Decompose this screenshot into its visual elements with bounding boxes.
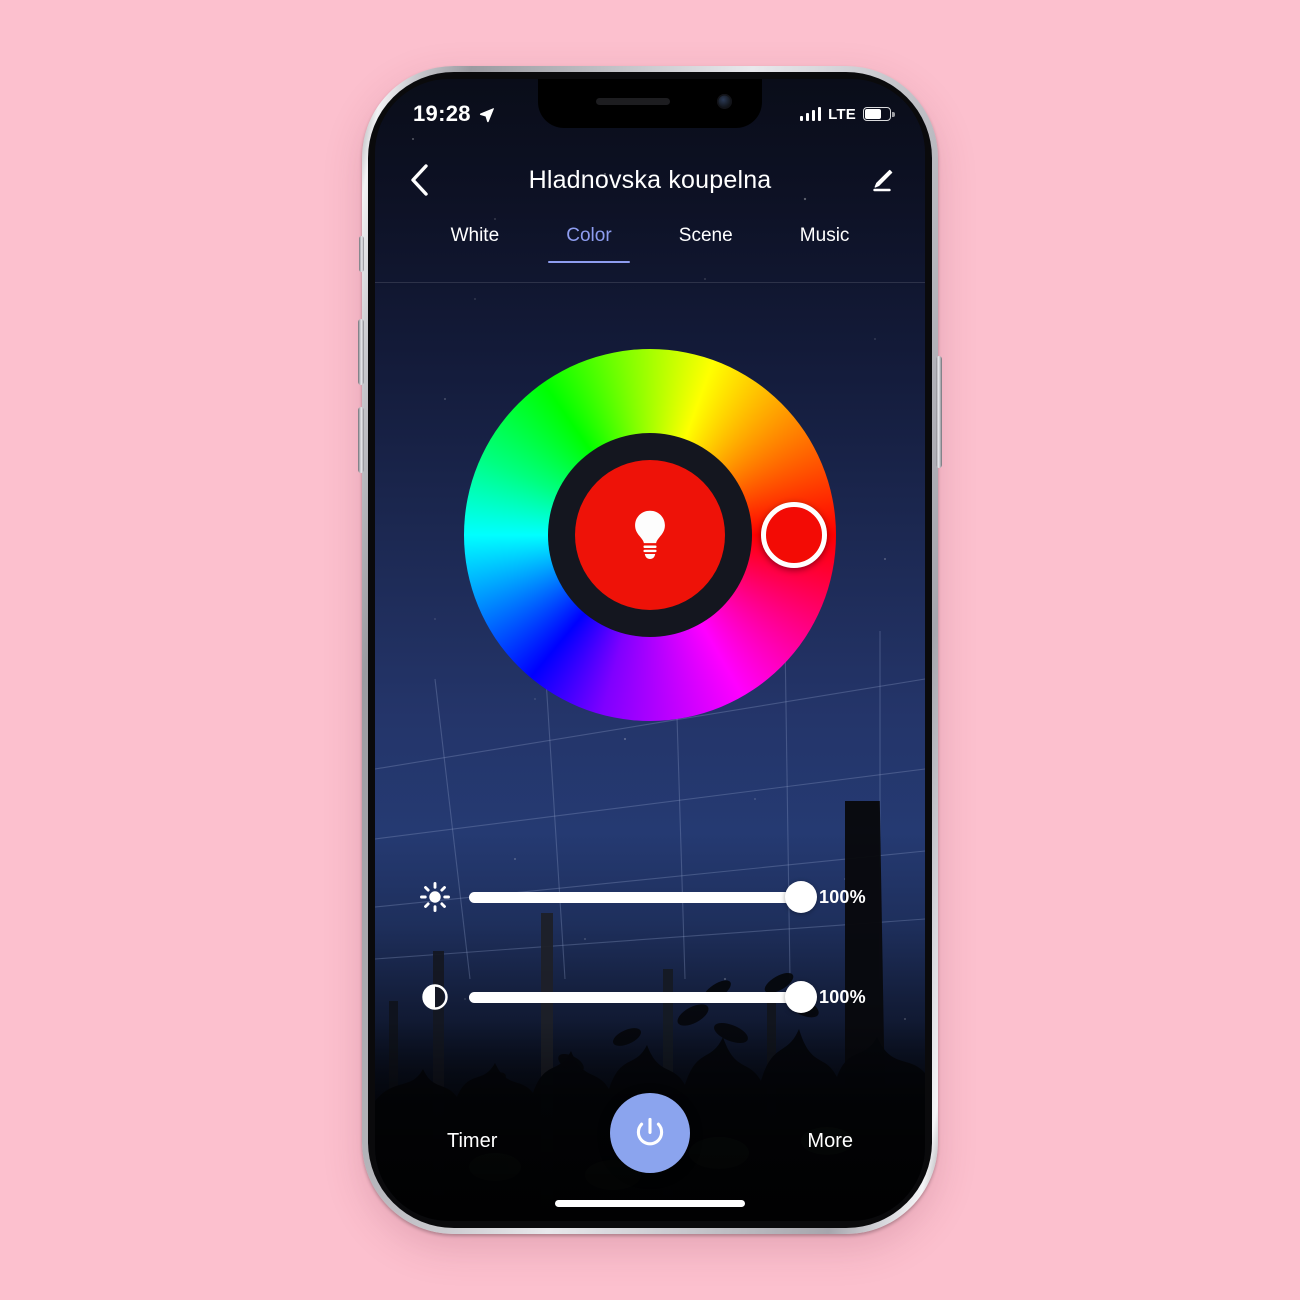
home-indicator-bar[interactable]	[555, 1200, 745, 1207]
chevron-left-icon	[411, 164, 428, 196]
tab-scene-label: Scene	[678, 225, 733, 246]
earpiece-speaker	[596, 98, 670, 105]
status-time: 19:28	[413, 101, 471, 126]
more-button[interactable]: More	[793, 1122, 867, 1161]
tab-color-label: Color	[566, 225, 612, 246]
brightness-slider-row: 100%	[375, 864, 925, 930]
network-type-label: LTE	[828, 105, 856, 123]
volume-down-button[interactable]	[358, 407, 364, 473]
contrast-half-circle-icon	[419, 981, 451, 1013]
saturation-slider-fill	[469, 991, 801, 1003]
saturation-slider[interactable]	[469, 977, 817, 1017]
lightbulb-icon	[635, 510, 665, 559]
brightness-slider-fill	[469, 891, 801, 903]
brightness-sun-icon	[419, 881, 451, 913]
tab-music-label: Music	[799, 225, 850, 246]
location-arrow-icon	[479, 107, 494, 122]
device-notch	[538, 79, 762, 128]
tab-white[interactable]: White	[445, 221, 506, 263]
battery-icon	[863, 107, 895, 121]
phone-screen: 19:28 LTE Hladnovska koupelna White Colo…	[375, 79, 925, 1221]
hue-color-wheel[interactable]	[464, 349, 836, 721]
edit-button[interactable]	[859, 158, 903, 202]
color-picker-area	[375, 349, 925, 749]
mode-tabs: White Color Scene Music	[375, 221, 925, 283]
status-bar-left: 19:28	[413, 101, 495, 127]
back-button[interactable]	[397, 158, 441, 202]
volume-up-button[interactable]	[358, 319, 364, 385]
silent-switch-button[interactable]	[359, 236, 364, 272]
light-preview-button[interactable]	[575, 460, 725, 610]
tab-music[interactable]: Music	[794, 221, 856, 263]
status-bar-right: LTE	[799, 105, 895, 123]
brightness-slider-thumb[interactable]	[785, 881, 817, 913]
phone-device: 19:28 LTE Hladnovska koupelna White Colo…	[358, 66, 942, 1234]
tab-scene[interactable]: Scene	[673, 221, 739, 263]
timer-button[interactable]: Timer	[433, 1122, 511, 1161]
brightness-value-label: 100%	[819, 886, 866, 907]
cellular-bars-icon	[799, 107, 822, 121]
saturation-slider-thumb[interactable]	[785, 981, 817, 1013]
saturation-slider-row: 100%	[375, 964, 925, 1030]
pencil-edit-icon	[872, 169, 892, 191]
tab-white-label: White	[450, 225, 500, 246]
side-power-button[interactable]	[936, 356, 942, 468]
color-selector-handle[interactable]	[761, 502, 827, 568]
tab-color[interactable]: Color	[548, 221, 631, 263]
front-camera	[717, 94, 732, 109]
page-title: Hladnovska koupelna	[528, 165, 772, 194]
saturation-value-label: 100%	[819, 986, 866, 1007]
brightness-slider[interactable]	[469, 877, 817, 917]
nav-header: Hladnovska koupelna	[375, 149, 925, 211]
